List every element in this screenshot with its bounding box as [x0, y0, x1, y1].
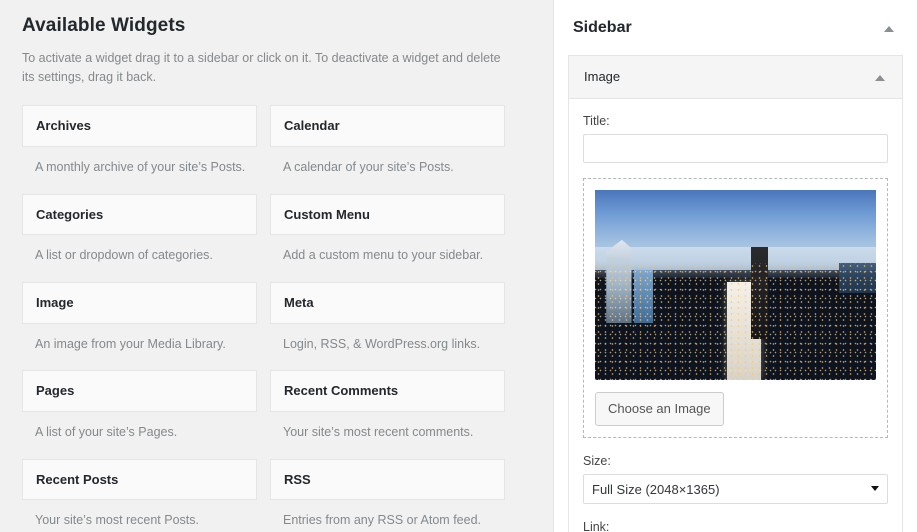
page-title: Available Widgets	[22, 15, 186, 36]
widget-card-calendar[interactable]: Calendar A calendar of your site’s Posts…	[270, 105, 505, 176]
widget-card-description: Add a custom menu to your sidebar.	[283, 248, 484, 263]
image-widget-header[interactable]: Image	[569, 56, 902, 100]
size-select[interactable]: Full Size (2048×1365)	[583, 474, 888, 505]
widget-column-left: Archives A monthly archive of your site’…	[22, 105, 257, 532]
widget-card-description: A monthly archive of your site’s Posts.	[35, 160, 246, 175]
widget-card-meta[interactable]: Meta Login, RSS, & WordPress.org links.	[270, 282, 505, 353]
title-field-label: Title:	[583, 114, 610, 129]
choose-an-image-button[interactable]: Choose an Image	[595, 392, 724, 426]
sidebar-panel-body: Image Title: Choose an Image Size: Full …	[554, 55, 917, 532]
widget-card-title[interactable]: Meta	[270, 282, 505, 324]
widget-card-description: A list of your site’s Pages.	[35, 425, 178, 440]
widget-card-title[interactable]: Recent Posts	[22, 458, 257, 501]
widget-card-description: Your site’s most recent Posts.	[35, 513, 199, 528]
widget-card-description: Your site’s most recent comments.	[283, 425, 474, 440]
link-field: Link:	[583, 519, 888, 532]
image-widget-title: Image	[584, 69, 621, 85]
widget-card-recent-comments[interactable]: Recent Comments Your site’s most recent …	[270, 370, 505, 441]
available-widgets-grid: Archives A monthly archive of your site’…	[22, 105, 513, 532]
sidebar-panel-header[interactable]: Sidebar	[554, 0, 917, 56]
size-field: Size: Full Size (2048×1365)	[583, 453, 888, 505]
widget-card-title[interactable]: Categories	[22, 193, 257, 236]
column-gutter	[533, 0, 553, 532]
widget-card-title[interactable]: RSS	[270, 458, 505, 501]
widget-card-custom-menu[interactable]: Custom Menu Add a custom menu to your si…	[270, 193, 505, 265]
widget-card-archives[interactable]: Archives A monthly archive of your site’…	[22, 105, 257, 176]
page-description: To activate a widget drag it to a sideba…	[22, 50, 501, 85]
available-widgets-pane: Available Widgets To activate a widget d…	[0, 0, 533, 532]
widget-card-description: Login, RSS, & WordPress.org links.	[283, 336, 481, 351]
widget-card-title[interactable]: Calendar	[270, 105, 505, 148]
collapse-triangle-up-icon[interactable]	[881, 20, 897, 36]
image-widget-body: Title: Choose an Image Size: Full Size (…	[569, 99, 902, 532]
widgets-screen: Available Widgets To activate a widget d…	[0, 0, 917, 532]
widget-card-title[interactable]: Recent Comments	[270, 370, 505, 413]
widget-card-title[interactable]: Archives	[22, 105, 257, 148]
widget-card-pages[interactable]: Pages A list of your site’s Pages.	[22, 370, 257, 441]
collapse-triangle-up-icon[interactable]	[872, 69, 888, 85]
chevron-down-icon[interactable]	[871, 486, 879, 492]
widget-card-image[interactable]: Image An image from your Media Library.	[22, 282, 257, 353]
widget-card-title[interactable]: Custom Menu	[270, 193, 505, 236]
size-select-value[interactable]: Full Size (2048×1365)	[583, 474, 888, 505]
size-field-label: Size:	[583, 453, 611, 468]
image-widget: Image Title: Choose an Image Size: Full …	[568, 55, 903, 532]
sidebar-panel-title: Sidebar	[573, 19, 632, 36]
widget-card-recent-posts[interactable]: Recent Posts Your site’s most recent Pos…	[22, 458, 257, 530]
link-field-label: Link:	[583, 520, 610, 532]
sidebar-panel: Sidebar Image Title: Choose an Image Siz…	[553, 0, 917, 532]
widget-column-right: Calendar A calendar of your site’s Posts…	[270, 105, 505, 532]
photo-window-lights	[595, 262, 876, 381]
image-dropzone[interactable]: Choose an Image	[583, 178, 888, 438]
widget-card-description: Entries from any RSS or Atom feed.	[283, 513, 481, 528]
image-preview[interactable]	[595, 190, 876, 381]
widget-card-description: A calendar of your site’s Posts.	[283, 160, 454, 175]
widget-card-title[interactable]: Image	[22, 282, 257, 324]
widget-card-categories[interactable]: Categories A list or dropdown of categor…	[22, 193, 257, 265]
widget-card-title[interactable]: Pages	[22, 370, 257, 413]
widget-card-rss[interactable]: RSS Entries from any RSS or Atom feed.	[270, 458, 505, 530]
widget-card-description: An image from your Media Library.	[35, 336, 226, 351]
widget-card-description: A list or dropdown of categories.	[35, 248, 213, 263]
title-input[interactable]	[583, 134, 888, 164]
